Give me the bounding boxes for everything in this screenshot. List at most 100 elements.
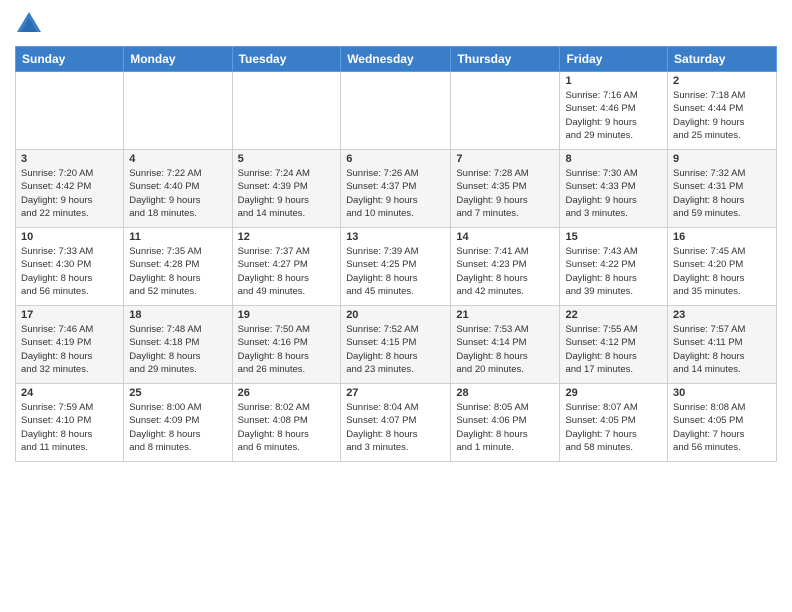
day-number: 19	[238, 309, 336, 321]
calendar-header-friday: Friday	[560, 47, 668, 72]
day-cell: 27Sunrise: 8:04 AM Sunset: 4:07 PM Dayli…	[341, 384, 451, 462]
day-cell: 11 Sunrise: 7:35 AM Sunset: 4:28 PM Dayli…	[124, 228, 232, 306]
day-number: 3	[21, 153, 118, 165]
day-number: 13	[346, 231, 445, 243]
day-number: 28	[456, 387, 554, 399]
day-cell: 18 Sunrise: 7:48 AM Sunset: 4:18 PM Dayli…	[124, 306, 232, 384]
calendar-header-row: SundayMondayTuesdayWednesdayThursdayFrid…	[16, 47, 777, 72]
logo	[15, 10, 47, 38]
day-number: 23	[673, 309, 771, 321]
day-cell: 2 Sunrise: 7:18 AM Sunset: 4:44 PM Daylig…	[668, 72, 777, 150]
calendar-header-monday: Monday	[124, 47, 232, 72]
day-number: 18	[129, 309, 226, 321]
day-info: Sunrise: 7:57 AM Sunset: 4:11 PM Dayligh…	[673, 323, 771, 376]
day-number: 11	[129, 231, 226, 243]
day-info: Sunrise: 7:53 AM Sunset: 4:14 PM Dayligh…	[456, 323, 554, 376]
day-info: Sunrise: 7:59 AM Sunset: 4:10 PM Dayligh…	[21, 401, 118, 454]
day-cell: 25Sunrise: 8:00 AM Sunset: 4:09 PM Dayli…	[124, 384, 232, 462]
day-number: 1	[565, 75, 662, 87]
day-cell: 19 Sunrise: 7:50 AM Sunset: 4:16 PM Dayli…	[232, 306, 341, 384]
day-info: Sunrise: 7:43 AM Sunset: 4:22 PM Dayligh…	[565, 245, 662, 298]
calendar-header-saturday: Saturday	[668, 47, 777, 72]
calendar-header-sunday: Sunday	[16, 47, 124, 72]
day-cell: 21 Sunrise: 7:53 AM Sunset: 4:14 PM Dayli…	[451, 306, 560, 384]
day-info: Sunrise: 7:39 AM Sunset: 4:25 PM Dayligh…	[346, 245, 445, 298]
logo-icon	[15, 10, 43, 38]
day-info: Sunrise: 7:30 AM Sunset: 4:33 PM Dayligh…	[565, 167, 662, 220]
day-number: 5	[238, 153, 336, 165]
header	[15, 10, 777, 38]
day-number: 12	[238, 231, 336, 243]
week-row-1: 1 Sunrise: 7:16 AM Sunset: 4:46 PM Daylig…	[16, 72, 777, 150]
day-number: 15	[565, 231, 662, 243]
day-cell: 8Sunrise: 7:30 AM Sunset: 4:33 PM Daylig…	[560, 150, 668, 228]
day-number: 4	[129, 153, 226, 165]
page: SundayMondayTuesdayWednesdayThursdayFrid…	[0, 0, 792, 612]
day-number: 6	[346, 153, 445, 165]
day-info: Sunrise: 7:16 AM Sunset: 4:46 PM Dayligh…	[565, 89, 662, 142]
day-info: Sunrise: 7:20 AM Sunset: 4:42 PM Dayligh…	[21, 167, 118, 220]
day-number: 21	[456, 309, 554, 321]
day-number: 22	[565, 309, 662, 321]
day-cell: 6 Sunrise: 7:26 AM Sunset: 4:37 PM Daylig…	[341, 150, 451, 228]
week-row-4: 17 Sunrise: 7:46 AM Sunset: 4:19 PM Dayli…	[16, 306, 777, 384]
day-number: 7	[456, 153, 554, 165]
day-info: Sunrise: 7:26 AM Sunset: 4:37 PM Dayligh…	[346, 167, 445, 220]
day-info: Sunrise: 7:46 AM Sunset: 4:19 PM Dayligh…	[21, 323, 118, 376]
day-cell: 30Sunrise: 8:08 AM Sunset: 4:05 PM Dayli…	[668, 384, 777, 462]
day-info: Sunrise: 7:48 AM Sunset: 4:18 PM Dayligh…	[129, 323, 226, 376]
day-number: 10	[21, 231, 118, 243]
day-info: Sunrise: 7:37 AM Sunset: 4:27 PM Dayligh…	[238, 245, 336, 298]
calendar-header-wednesday: Wednesday	[341, 47, 451, 72]
day-number: 27	[346, 387, 445, 399]
day-number: 20	[346, 309, 445, 321]
day-number: 9	[673, 153, 771, 165]
day-cell: 7 Sunrise: 7:28 AM Sunset: 4:35 PM Daylig…	[451, 150, 560, 228]
calendar-header-tuesday: Tuesday	[232, 47, 341, 72]
day-number: 2	[673, 75, 771, 87]
day-cell: 3 Sunrise: 7:20 AM Sunset: 4:42 PM Daylig…	[16, 150, 124, 228]
day-cell: 26 Sunrise: 8:02 AM Sunset: 4:08 PM Dayli…	[232, 384, 341, 462]
day-info: Sunrise: 7:35 AM Sunset: 4:28 PM Dayligh…	[129, 245, 226, 298]
day-cell: 14 Sunrise: 7:41 AM Sunset: 4:23 PM Dayli…	[451, 228, 560, 306]
calendar-header-thursday: Thursday	[451, 47, 560, 72]
day-cell: 22 Sunrise: 7:55 AM Sunset: 4:12 PM Dayli…	[560, 306, 668, 384]
day-number: 26	[238, 387, 336, 399]
day-info: Sunrise: 7:50 AM Sunset: 4:16 PM Dayligh…	[238, 323, 336, 376]
day-info: Sunrise: 7:28 AM Sunset: 4:35 PM Dayligh…	[456, 167, 554, 220]
day-info: Sunrise: 7:41 AM Sunset: 4:23 PM Dayligh…	[456, 245, 554, 298]
day-cell	[451, 72, 560, 150]
day-info: Sunrise: 7:22 AM Sunset: 4:40 PM Dayligh…	[129, 167, 226, 220]
day-number: 14	[456, 231, 554, 243]
day-info: Sunrise: 7:18 AM Sunset: 4:44 PM Dayligh…	[673, 89, 771, 142]
day-cell: 28 Sunrise: 8:05 AM Sunset: 4:06 PM Dayli…	[451, 384, 560, 462]
day-number: 17	[21, 309, 118, 321]
day-number: 24	[21, 387, 118, 399]
day-info: Sunrise: 7:52 AM Sunset: 4:15 PM Dayligh…	[346, 323, 445, 376]
day-cell	[124, 72, 232, 150]
day-cell: 17 Sunrise: 7:46 AM Sunset: 4:19 PM Dayli…	[16, 306, 124, 384]
day-cell: 10 Sunrise: 7:33 AM Sunset: 4:30 PM Dayli…	[16, 228, 124, 306]
day-cell: 20 Sunrise: 7:52 AM Sunset: 4:15 PM Dayli…	[341, 306, 451, 384]
day-info: Sunrise: 7:24 AM Sunset: 4:39 PM Dayligh…	[238, 167, 336, 220]
day-number: 16	[673, 231, 771, 243]
calendar-table: SundayMondayTuesdayWednesdayThursdayFrid…	[15, 46, 777, 462]
day-cell: 23 Sunrise: 7:57 AM Sunset: 4:11 PM Dayli…	[668, 306, 777, 384]
day-info: Sunrise: 8:05 AM Sunset: 4:06 PM Dayligh…	[456, 401, 554, 454]
day-cell: 15 Sunrise: 7:43 AM Sunset: 4:22 PM Dayli…	[560, 228, 668, 306]
day-cell: 16Sunrise: 7:45 AM Sunset: 4:20 PM Dayli…	[668, 228, 777, 306]
day-cell: 13 Sunrise: 7:39 AM Sunset: 4:25 PM Dayli…	[341, 228, 451, 306]
day-number: 29	[565, 387, 662, 399]
day-number: 25	[129, 387, 226, 399]
day-info: Sunrise: 7:55 AM Sunset: 4:12 PM Dayligh…	[565, 323, 662, 376]
week-row-3: 10 Sunrise: 7:33 AM Sunset: 4:30 PM Dayli…	[16, 228, 777, 306]
day-info: Sunrise: 7:32 AM Sunset: 4:31 PM Dayligh…	[673, 167, 771, 220]
day-info: Sunrise: 8:07 AM Sunset: 4:05 PM Dayligh…	[565, 401, 662, 454]
day-cell: 5 Sunrise: 7:24 AM Sunset: 4:39 PM Daylig…	[232, 150, 341, 228]
day-cell: 1 Sunrise: 7:16 AM Sunset: 4:46 PM Daylig…	[560, 72, 668, 150]
week-row-2: 3 Sunrise: 7:20 AM Sunset: 4:42 PM Daylig…	[16, 150, 777, 228]
day-info: Sunrise: 8:02 AM Sunset: 4:08 PM Dayligh…	[238, 401, 336, 454]
day-cell: 9 Sunrise: 7:32 AM Sunset: 4:31 PM Daylig…	[668, 150, 777, 228]
day-info: Sunrise: 7:33 AM Sunset: 4:30 PM Dayligh…	[21, 245, 118, 298]
day-cell	[16, 72, 124, 150]
